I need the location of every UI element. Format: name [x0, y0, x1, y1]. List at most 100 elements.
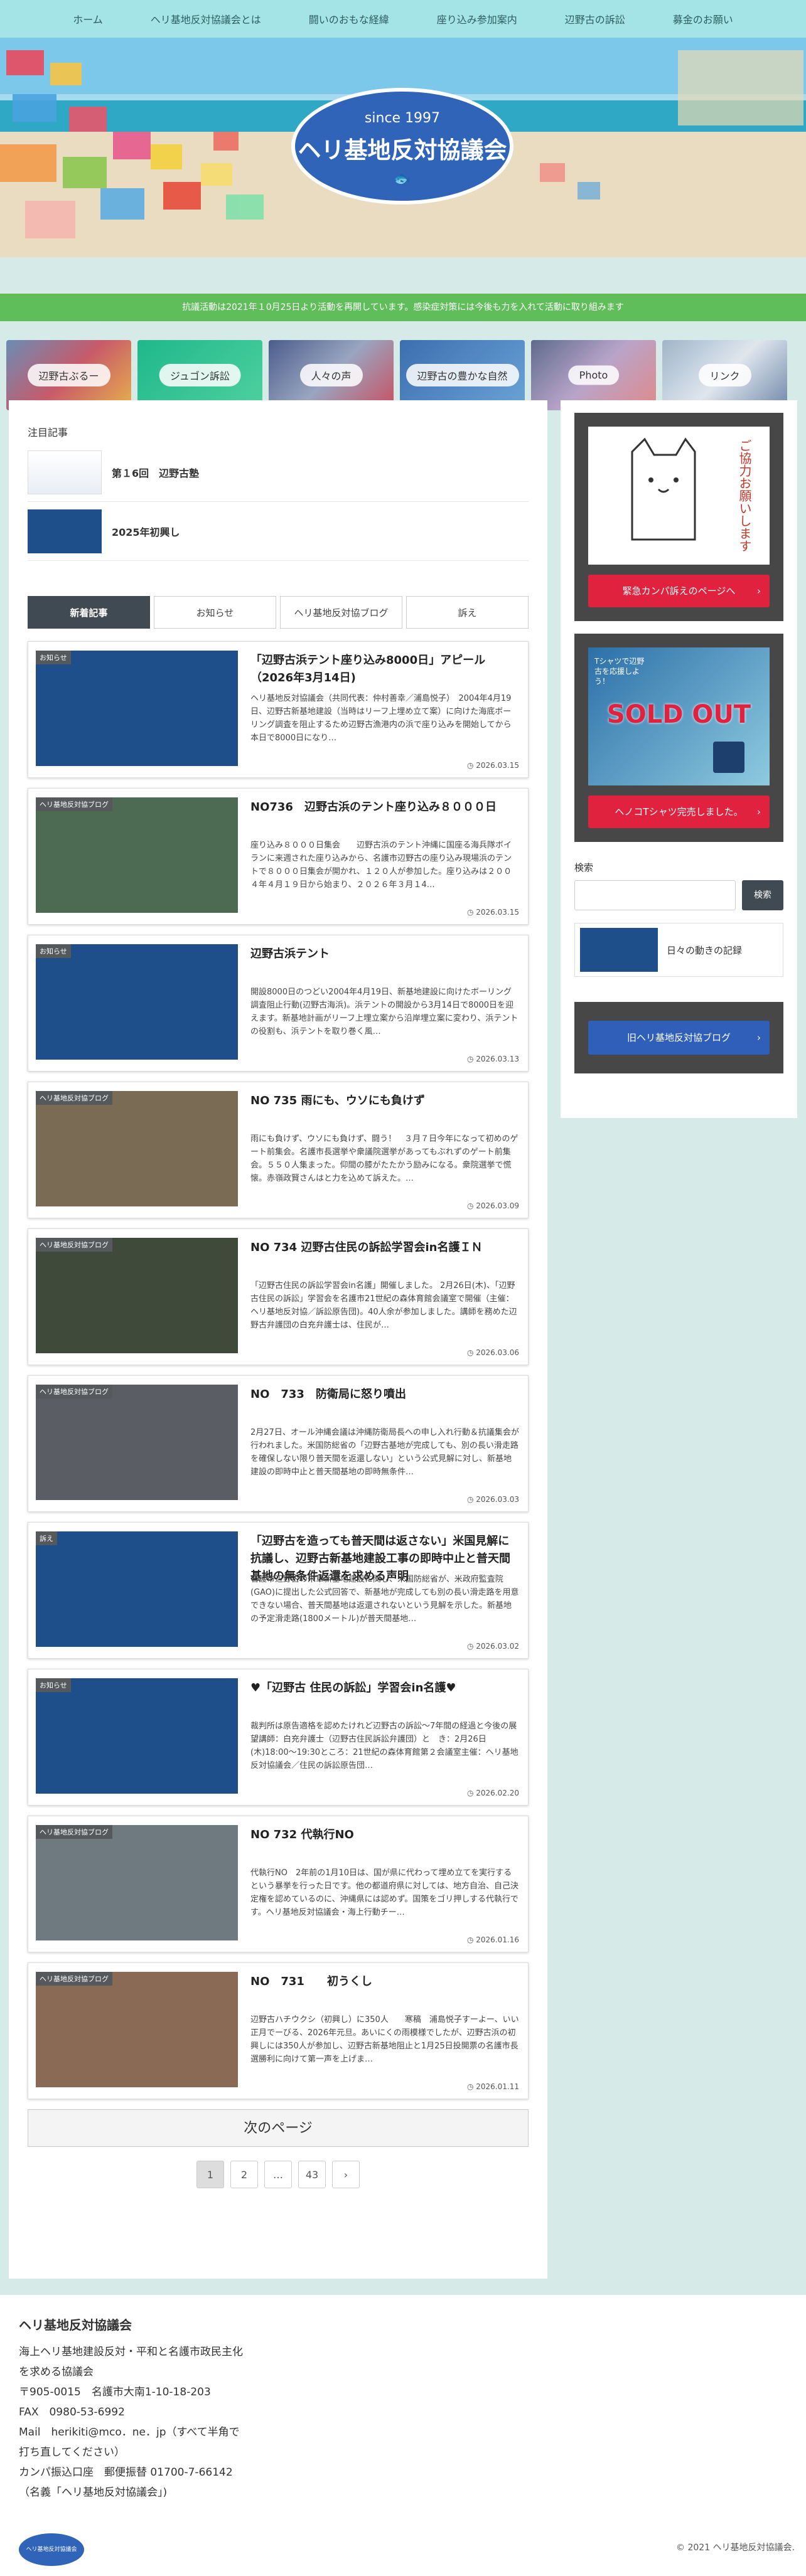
nav-home[interactable]: ホーム	[49, 11, 127, 26]
notice-bar: 抗議活動は2021年１0月25日より活動を再開しています。感染症対策には今後も力…	[0, 294, 806, 321]
featured-item[interactable]: 第１6回 辺野古塾	[28, 443, 529, 502]
post-excerpt: ヘリ基地反対協議会（共同代表：仲村善幸／浦島悦子） 2004年4月19日、辺野古…	[250, 694, 512, 743]
post-date: ◷ 2026.03.03	[467, 1495, 519, 1504]
post-category-badge: ヘリ基地反対協ブログ	[36, 1238, 112, 1252]
category-label: ジュゴン訴訟	[159, 364, 241, 386]
post-thumbnail	[36, 797, 238, 913]
post-thumbnail	[36, 1825, 238, 1940]
nav-about[interactable]: ヘリ基地反対協議会とは	[127, 11, 285, 26]
post-card[interactable]: ヘリ基地反対協ブログ NO 734 辺野古住民の訴訟学習会in名護ＩＮ 「辺野古住民…	[28, 1228, 529, 1365]
post-card[interactable]: ヘリ基地反対協ブログ NO 732 代執行NO 代執行NO 2年前の1月10日は、国…	[28, 1816, 529, 1952]
next-page-button[interactable]: 次のページ	[28, 2109, 529, 2147]
post-card[interactable]: お知らせ 「辺野古浜テント座り込み8000日」アピール（2026年3月14日) ヘリ…	[28, 641, 529, 778]
page-next-icon[interactable]: ›	[332, 2161, 360, 2188]
post-title[interactable]: NO 732 代執行NO	[250, 1826, 519, 1844]
post-category-badge: ヘリ基地反対協ブログ	[36, 1825, 112, 1839]
post-card[interactable]: お知らせ 辺野古浜テント 開設8000日のつどい2004年4月19日、新基地建設に向…	[28, 935, 529, 1072]
tshirt-widget: Tシャツで辺野古を応援しよう！ SOLD OUT ヘノコTシャツ完売しました。 ›	[574, 634, 783, 842]
footer-org-name: ヘリ基地反対協議会	[19, 2318, 132, 2333]
clock-icon: ◷	[466, 1348, 476, 1357]
post-date: ◷ 2026.03.13	[467, 1055, 519, 1063]
nav-history[interactable]: 闘いのおもな経緯	[285, 11, 413, 26]
post-title[interactable]: NO 734 辺野古住民の訴訟学習会in名護ＩＮ	[250, 1239, 519, 1257]
post-category-badge: ヘリ基地反対協ブログ	[36, 1385, 112, 1398]
page-1[interactable]: 1	[196, 2161, 224, 2188]
post-excerpt: 開設8000日のつどい2004年4月19日、新基地建設に向けたボーリング調査阻止…	[250, 987, 519, 1036]
post-title[interactable]: 辺野古浜テント	[250, 945, 519, 963]
post-card[interactable]: ヘリ基地反対協ブログ NO 733 防衛局に怒り噴出 2月27日、オール沖縄会議は沖…	[28, 1375, 529, 1512]
clock-icon: ◷	[466, 1495, 476, 1504]
post-card[interactable]: ヘリ基地反対協ブログ NO 731 初うくし 辺野古ハチウクシ（初興し）に350人 …	[28, 1962, 529, 2099]
featured-item[interactable]: 2025年初興し	[28, 502, 529, 561]
footer-line: （名義「ヘリ基地反対協議会」)	[19, 2486, 168, 2499]
tab-blog[interactable]: ヘリ基地反対協ブログ	[280, 596, 402, 629]
chevron-right-icon: ›	[757, 806, 761, 817]
search-label: 検索	[574, 862, 594, 873]
page-last[interactable]: 43	[298, 2161, 326, 2188]
nav-donation[interactable]: 募金のお願い	[649, 11, 757, 26]
tshirt-button[interactable]: ヘノコTシャツ完売しました。 ›	[588, 796, 770, 828]
post-date: ◷ 2026.03.02	[467, 1642, 519, 1651]
featured-title: 2025年初興し	[112, 526, 180, 538]
post-excerpt: 名護市辺野古の米軍新基地建設に関し、米国防総省が、米政府監査院(GAO)に提出し…	[250, 1575, 519, 1624]
search-input[interactable]	[574, 880, 736, 910]
post-title[interactable]: NO 735 雨にも、ウソにも負けず	[250, 1092, 519, 1110]
post-date: ◷ 2026.02.20	[467, 1789, 519, 1797]
kanpa-banner[interactable]: ご協力お願いします	[588, 427, 770, 565]
clock-icon: ◷	[466, 1642, 476, 1651]
post-category-badge: 訴え	[36, 1531, 57, 1545]
search-button[interactable]: 検索	[742, 880, 783, 910]
post-title[interactable]: NO 731 初うくし	[250, 1973, 519, 1991]
post-card[interactable]: 訴え 「辺野古を造っても普天間は返さない」米国見解に抗議し、辺野古新基地建設工事の…	[28, 1522, 529, 1659]
nav-lawsuit[interactable]: 辺野古の訴訟	[541, 11, 649, 26]
tab-appeals[interactable]: 訴え	[406, 596, 529, 629]
site-logo[interactable]: since 1997 ヘリ基地反対協議会 🐟	[291, 88, 513, 205]
category-label: 辺野古の豊かな自然	[406, 364, 519, 386]
footer-line: カンパ振込口座 郵便振替 01700-7-66142	[19, 2466, 233, 2479]
post-date-text: 2026.03.15	[476, 908, 519, 917]
post-date-text: 2026.02.20	[476, 1789, 519, 1797]
pagination: 1 2 … 43 ›	[9, 2161, 547, 2188]
post-title[interactable]: NO 733 防衛局に怒り噴出	[250, 1386, 519, 1403]
kanpa-text: ご協力お願いします	[737, 439, 752, 552]
tshirt-icon	[713, 742, 744, 773]
tab-new-posts[interactable]: 新着記事	[28, 596, 150, 629]
post-excerpt: 辺野古ハチウクシ（初興し）に350人 寒稿 浦島悦子すーよー、いい正月でーびる、…	[250, 2015, 519, 2064]
kanpa-widget: ご協力お願いします 緊急カンパ訴えのページへ ›	[574, 413, 783, 621]
post-excerpt: 2月27日、オール沖縄会議は沖縄防衛局長への申し入れ行動＆抗議集会が行われました…	[250, 1428, 519, 1477]
post-date: ◷ 2026.03.06	[467, 1348, 519, 1357]
main-content: 注目記事 第１6回 辺野古塾 2025年初興し 新着記事 お知らせ ヘリ基地反対…	[9, 400, 547, 2279]
old-blog-button[interactable]: 旧ヘリ基地反対協ブログ ›	[588, 1021, 770, 1055]
tshirt-banner[interactable]: Tシャツで辺野古を応援しよう！ SOLD OUT	[588, 647, 770, 785]
post-card[interactable]: お知らせ ♥「辺野古 住民の訴訟」学習会in名護♥ 裁判所は原告適格を認めたけれど辺…	[28, 1669, 529, 1806]
nav-sit-in[interactable]: 座り込み参加案内	[413, 11, 541, 26]
post-card[interactable]: ヘリ基地反対協ブログ NO736 辺野古浜のテント座り込み８０００日 座り込み８００…	[28, 788, 529, 925]
sidebar-post-thumbnail	[580, 928, 658, 972]
tab-notices[interactable]: お知らせ	[154, 596, 276, 629]
clock-icon: ◷	[466, 2082, 476, 2091]
footer: ヘリ基地反対協議会 海上ヘリ基地建設反対・平和と名護市政民主化 を求める協議会 …	[0, 2295, 806, 2576]
post-title[interactable]: NO736 辺野古浜のテント座り込み８０００日	[250, 799, 519, 816]
sidebar: ご協力お願いします 緊急カンパ訴えのページへ › Tシャツで辺野古を応援しよう！ …	[561, 400, 797, 1118]
sidebar-post[interactable]: 日々の動きの記録	[574, 923, 783, 977]
hero-image: since 1997 ヘリ基地反対協議会 🐟	[0, 38, 806, 257]
post-title[interactable]: 「辺野古浜テント座り込み8000日」アピール（2026年3月14日)	[250, 652, 519, 687]
tshirt-button-label: ヘノコTシャツ完売しました。	[615, 806, 743, 817]
footer-line: FAX 0980-53-6992	[19, 2406, 125, 2419]
post-category-badge: お知らせ	[36, 651, 71, 664]
post-date-text: 2026.03.15	[476, 761, 519, 770]
post-thumbnail	[36, 1238, 238, 1353]
footer-logo[interactable]: ヘリ基地反対協議会	[19, 2533, 84, 2566]
page-2[interactable]: 2	[230, 2161, 258, 2188]
post-date-text: 2026.03.03	[476, 1495, 519, 1504]
category-label: リンク	[698, 364, 751, 386]
clock-icon: ◷	[466, 1055, 476, 1063]
kanpa-button[interactable]: 緊急カンパ訴えのページへ ›	[588, 575, 770, 607]
global-nav: ホーム ヘリ基地反対協議会とは 闘いのおもな経緯 座り込み参加案内 辺野古の訴訟…	[0, 0, 806, 38]
post-title[interactable]: ♥「辺野古 住民の訴訟」学習会in名護♥	[250, 1679, 519, 1697]
post-card[interactable]: ヘリ基地反対協ブログ NO 735 雨にも、ウソにも負けず 雨にも負けず、ウソにも負…	[28, 1082, 529, 1218]
post-thumbnail	[36, 1385, 238, 1500]
clock-icon: ◷	[466, 761, 476, 770]
clock-icon: ◷	[466, 908, 476, 917]
chevron-right-icon: ›	[757, 585, 761, 597]
